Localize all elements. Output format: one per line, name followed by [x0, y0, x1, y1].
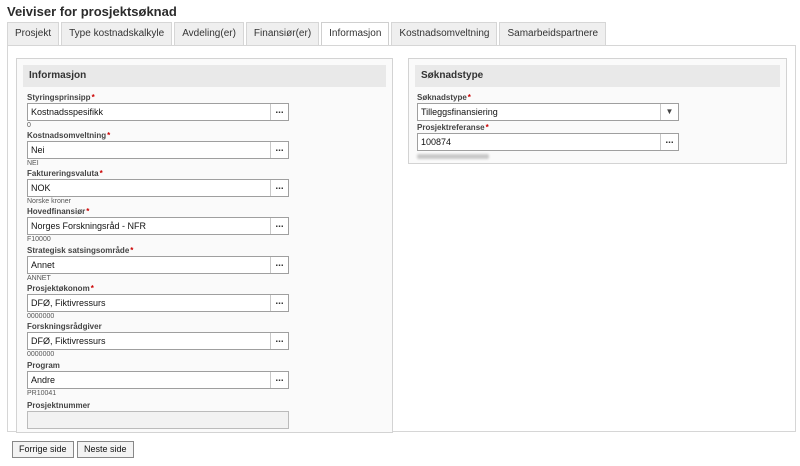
ellipsis-icon[interactable]: ...: [270, 257, 288, 273]
faktureringsvaluta-label: Faktureringsvaluta: [27, 169, 99, 178]
required-marker: *: [130, 246, 134, 255]
styringsprinsipp-input[interactable]: Kostnadsspesifikk...: [27, 103, 289, 121]
hovedfinansior-code: F10000: [27, 236, 51, 243]
tab-avdelinger[interactable]: Avdeling(er): [174, 22, 244, 45]
prosjektreferanse-label: Prosjektreferanse: [417, 123, 485, 132]
hovedfinansior-input[interactable]: Norges Forskningsråd - NFR...: [27, 217, 289, 235]
prosjektreferanse-input[interactable]: 100874...: [417, 133, 679, 151]
field-prosjektreferanse: Prosjektreferanse* 100874...: [417, 123, 679, 161]
informasjon-panel: Informasjon Styringsprinsipp* Kostnadssp…: [16, 58, 393, 433]
forskningsradgiver-label: Forskningsrådgiver: [27, 322, 102, 331]
required-marker: *: [467, 93, 471, 102]
ellipsis-icon[interactable]: ...: [270, 104, 288, 120]
strategisk-satsingsomrade-input[interactable]: Annet...: [27, 256, 289, 274]
redacted-text: [417, 154, 489, 159]
field-soknadstype: Søknadstype* Tilleggsfinansiering ▼: [417, 93, 679, 121]
previous-page-button[interactable]: Forrige side: [12, 441, 74, 458]
kostnadsomveltning-code: NEI: [27, 160, 39, 167]
required-marker: *: [90, 284, 94, 293]
prosjektokonom-code: 0000000: [27, 313, 55, 320]
forskningsradgiver-input[interactable]: DFØ, Fiktivressurs...: [27, 332, 289, 350]
soknadstype-label: Søknadstype: [417, 93, 467, 102]
ellipsis-icon[interactable]: ...: [270, 142, 288, 158]
field-prosjektokonom: Prosjektøkonom* DFØ, Fiktivressurs... 00…: [27, 284, 289, 322]
ellipsis-icon[interactable]: ...: [660, 134, 678, 150]
required-marker: *: [99, 169, 103, 178]
tab-prosjekt[interactable]: Prosjekt: [7, 22, 60, 45]
tab-samarbeidspartnere[interactable]: Samarbeidspartnere: [499, 22, 607, 45]
ellipsis-icon[interactable]: ...: [270, 372, 288, 388]
tab-type-kostnadskalkyle[interactable]: Type kostnadskalkyle: [61, 22, 173, 45]
prosjektnummer-input: [27, 411, 289, 429]
required-marker: *: [86, 207, 90, 216]
tab-kostnadsomveltning[interactable]: Kostnadsomveltning: [391, 22, 498, 45]
required-marker: *: [91, 93, 95, 102]
ellipsis-icon[interactable]: ...: [270, 218, 288, 234]
ellipsis-icon[interactable]: ...: [270, 295, 288, 311]
field-strategisk-satsingsomrade: Strategisk satsingsområde* Annet... ANNE…: [27, 246, 289, 284]
field-kostnadsomveltning: Kostnadsomveltning* Nei... NEI: [27, 131, 289, 169]
field-faktureringsvaluta: Faktureringsvaluta* NOK... Norske kroner: [27, 169, 289, 207]
faktureringsvaluta-input[interactable]: NOK...: [27, 179, 289, 197]
forskningsradgiver-code: 0000000: [27, 351, 55, 358]
styringsprinsipp-label: Styringsprinsipp: [27, 93, 91, 102]
informasjon-panel-header: Informasjon: [23, 65, 386, 87]
hovedfinansior-label: Hovedfinansiør: [27, 207, 86, 216]
soknadstype-select[interactable]: Tilleggsfinansiering ▼: [417, 103, 679, 121]
tab-finansiorer[interactable]: Finansiør(er): [245, 22, 320, 45]
soknadstype-panel: Søknadstype Søknadstype* Tilleggsfinansi…: [408, 58, 787, 164]
prosjektokonom-label: Prosjektøkonom: [27, 284, 90, 293]
required-marker: *: [107, 131, 111, 140]
prosjektreferanse-redacted: [417, 151, 679, 161]
next-page-button[interactable]: Neste side: [77, 441, 134, 458]
soknadstype-panel-header: Søknadstype: [415, 65, 780, 87]
page-title: Veiviser for prosjektsøknad: [7, 4, 177, 19]
kostnadsomveltning-input[interactable]: Nei...: [27, 141, 289, 159]
chevron-down-icon[interactable]: ▼: [660, 104, 678, 120]
tab-bar: Prosjekt Type kostnadskalkyle Avdeling(e…: [7, 22, 608, 46]
ellipsis-icon[interactable]: ...: [270, 333, 288, 349]
strategisk-satsingsomrade-code: ANNET: [27, 275, 51, 282]
styringsprinsipp-code: 0: [27, 122, 31, 129]
prosjektokonom-input[interactable]: DFØ, Fiktivressurs...: [27, 294, 289, 312]
program-label: Program: [27, 361, 60, 370]
program-input[interactable]: Andre...: [27, 371, 289, 389]
prosjektnummer-label: Prosjektnummer: [27, 401, 91, 410]
ellipsis-icon[interactable]: ...: [270, 180, 288, 196]
required-marker: *: [485, 123, 489, 132]
field-program: Program Andre... PR10041: [27, 361, 289, 399]
kostnadsomveltning-label: Kostnadsomveltning: [27, 131, 107, 140]
field-hovedfinansior: Hovedfinansiør* Norges Forskningsråd - N…: [27, 207, 289, 245]
tab-informasjon[interactable]: Informasjon: [321, 22, 390, 46]
field-styringsprinsipp: Styringsprinsipp* Kostnadsspesifikk... 0: [27, 93, 289, 131]
program-code: PR10041: [27, 390, 57, 397]
strategisk-satsingsomrade-label: Strategisk satsingsområde: [27, 246, 130, 255]
field-forskningsradgiver: Forskningsrådgiver DFØ, Fiktivressurs...…: [27, 322, 289, 360]
faktureringsvaluta-description: Norske kroner: [27, 198, 71, 205]
field-prosjektnummer: Prosjektnummer: [27, 401, 289, 429]
